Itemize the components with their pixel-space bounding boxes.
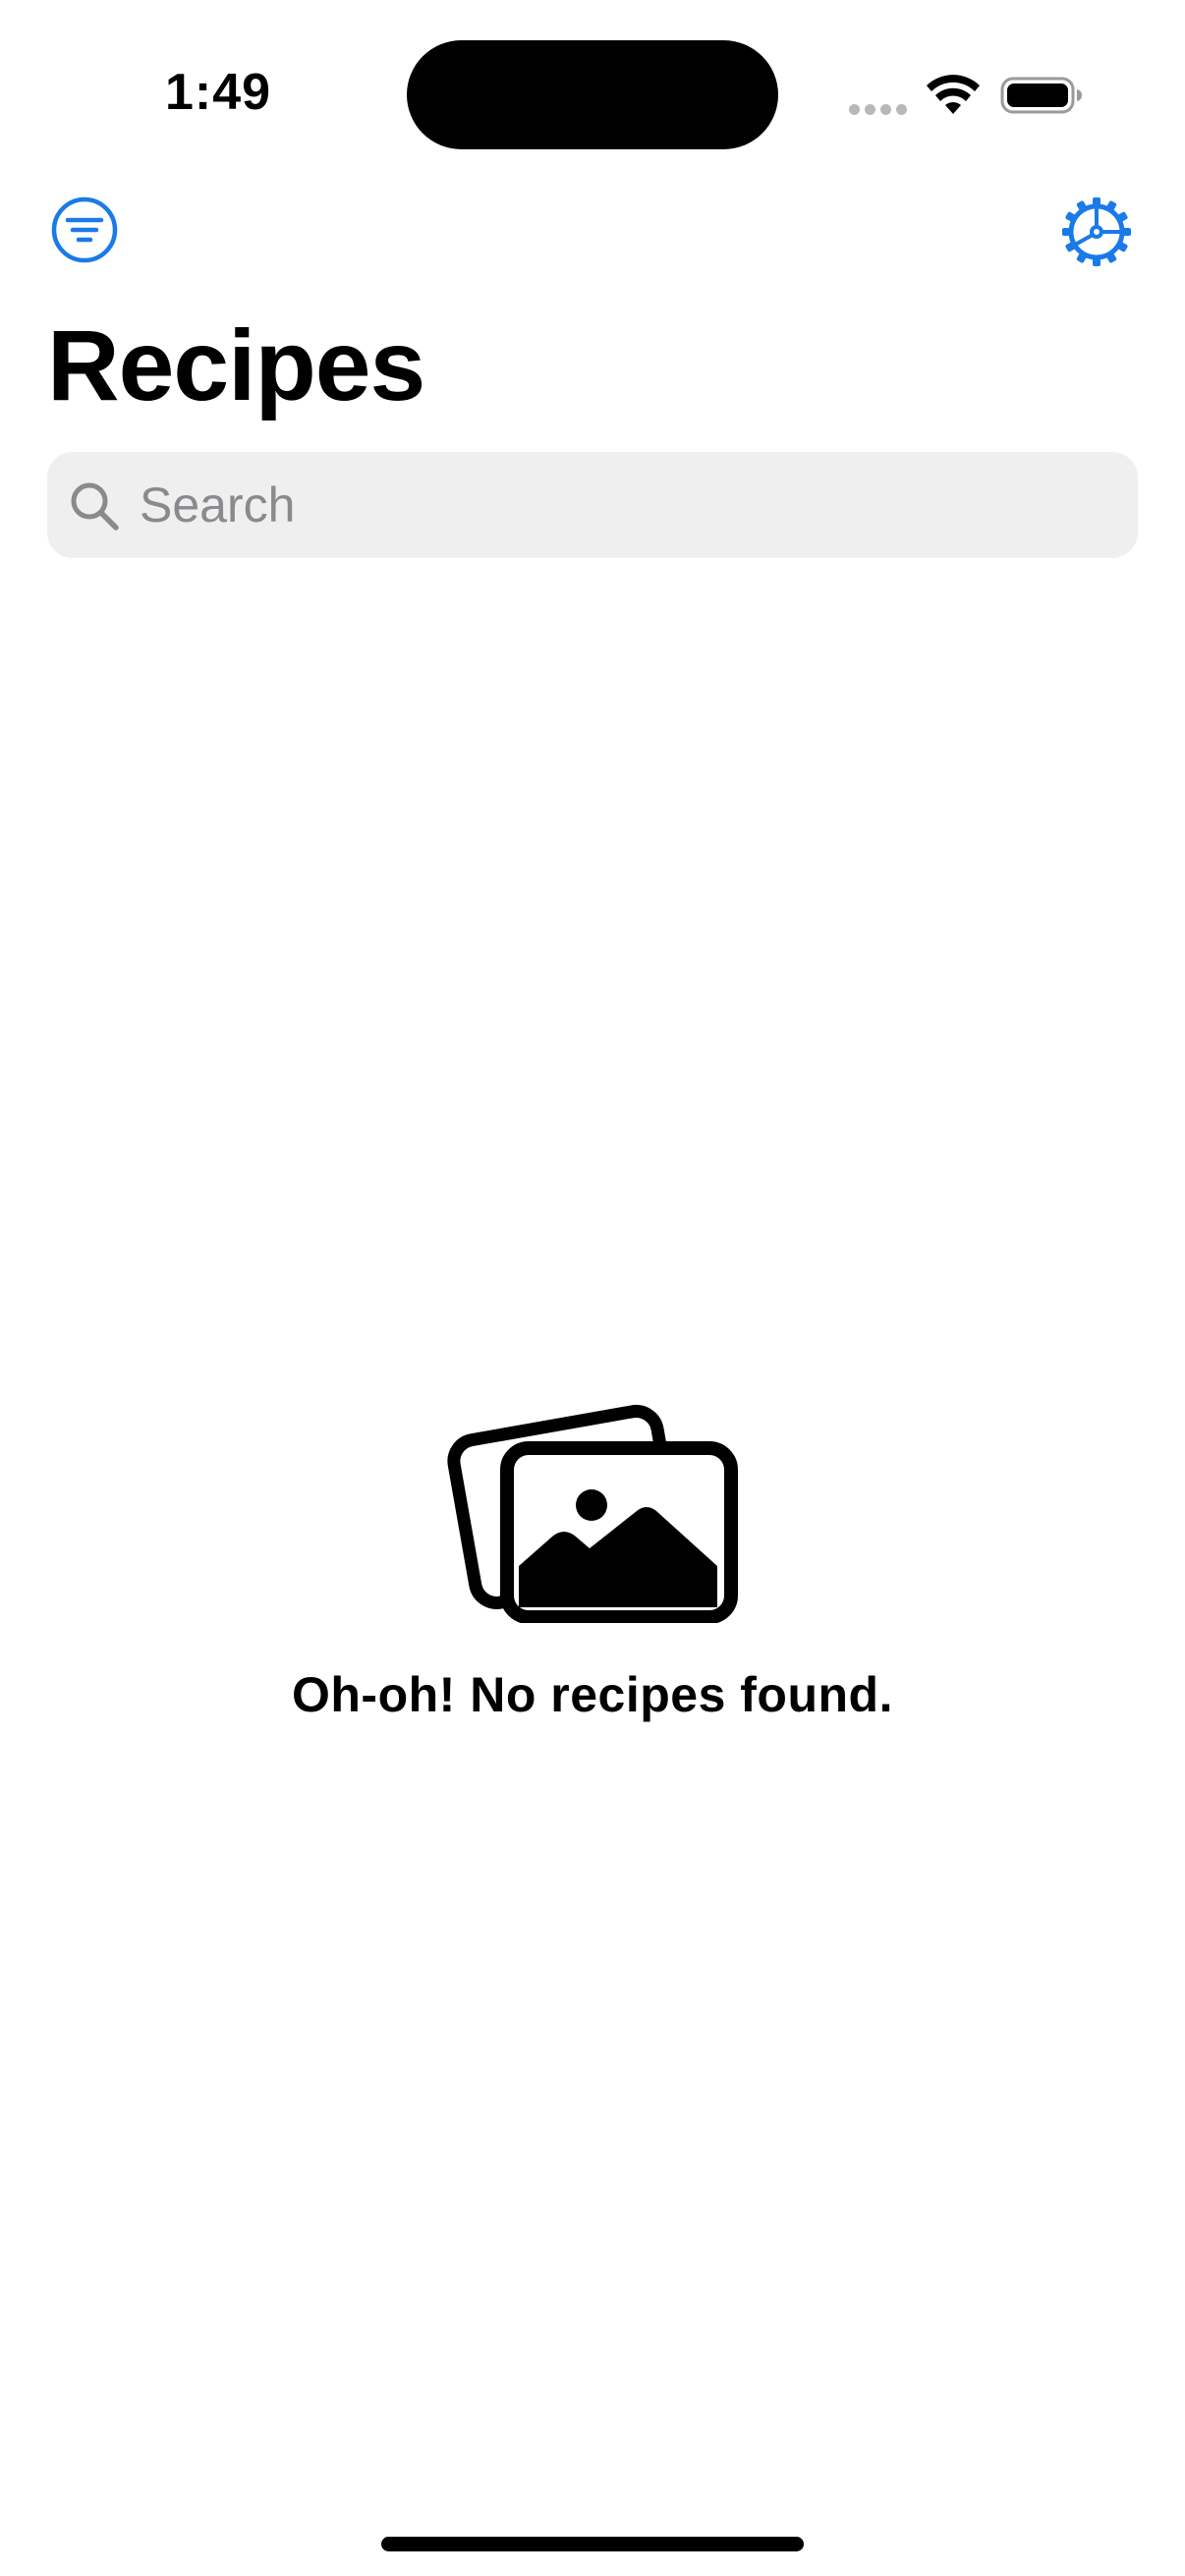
search-icon (71, 482, 119, 531)
status-time: 1:49 (164, 64, 272, 121)
filter-circle-icon (51, 196, 118, 263)
filter-button[interactable] (51, 196, 118, 263)
empty-state-message: Oh-oh! No recipes found. (292, 1667, 893, 1722)
search-input[interactable] (140, 452, 1112, 558)
photo-stack-icon (447, 1404, 738, 1623)
page-title: Recipes (47, 309, 425, 421)
battery-icon (1000, 77, 1082, 114)
home-indicator[interactable] (381, 2537, 804, 2551)
wifi-icon (927, 75, 980, 114)
cellular-signal-icon (849, 104, 908, 116)
dynamic-island (407, 40, 778, 149)
gear-icon (1062, 197, 1131, 266)
settings-button[interactable] (1061, 196, 1132, 267)
search-bar[interactable] (47, 452, 1138, 558)
